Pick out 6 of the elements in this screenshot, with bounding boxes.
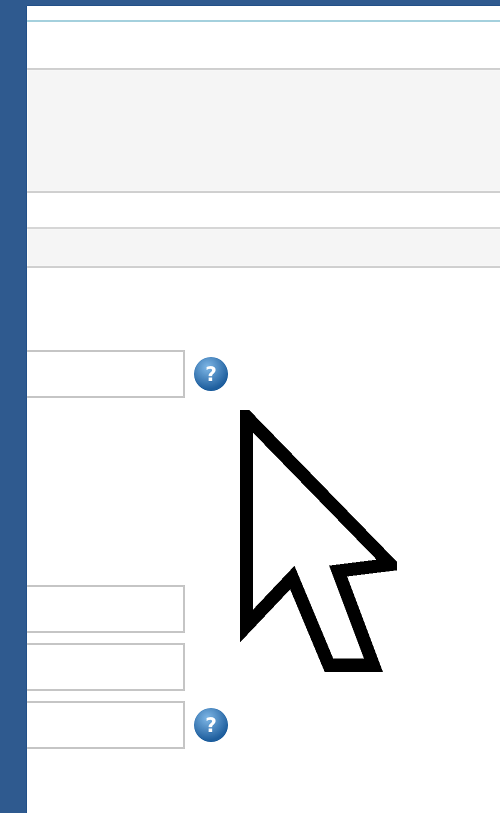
input-field[interactable] xyxy=(27,643,185,691)
input-field[interactable] xyxy=(27,350,185,398)
help-icon[interactable]: ? xyxy=(194,357,228,391)
help-icon[interactable]: ? xyxy=(194,708,228,742)
input-field[interactable] xyxy=(27,701,185,749)
input-field[interactable] xyxy=(27,585,185,633)
